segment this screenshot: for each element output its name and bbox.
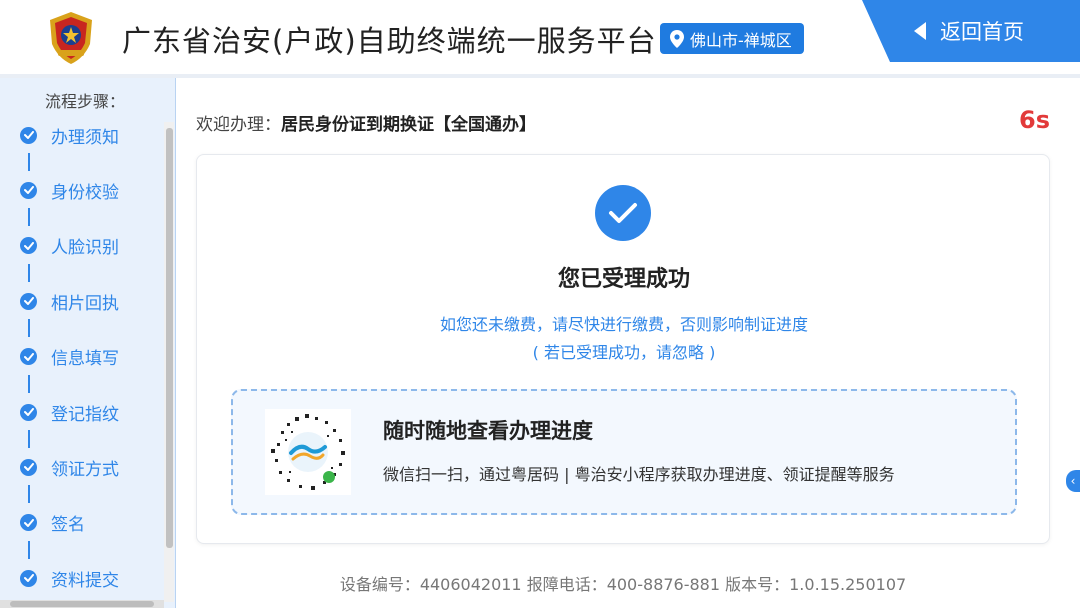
process-sidebar: 流程步骤： 办理须知身份校验人脸识别相片回执信息填写登记指纹领证方式签名资料提交	[0, 78, 176, 608]
step-label: 领证方式	[51, 459, 119, 480]
checkmark-circle-icon	[595, 185, 651, 241]
step-connector	[28, 208, 30, 227]
success-title: 您已受理成功	[557, 267, 690, 292]
qr-panel: 随时随地查看办理进度 微信扫一扫，通过粤居码 | 粤治安小程序获取办理进度、领证…	[231, 389, 1017, 515]
result-card: 您已受理成功 如您还未缴费，请尽快进行缴费，否则影响制证进度 ( 若已受理成功，…	[196, 154, 1050, 544]
check-icon	[20, 569, 37, 587]
service-name: 居民身份证到期换证【全国通办】	[281, 115, 536, 135]
check-icon	[20, 514, 37, 532]
check-icon	[20, 458, 37, 476]
check-icon	[20, 237, 37, 255]
device-info-footer: 设备编号：4406042011 报障电话：400-8876-881 版本号：1.…	[339, 575, 907, 594]
step-label: 人脸识别	[51, 238, 119, 259]
step-connector	[28, 540, 30, 559]
step-connector	[28, 263, 30, 282]
step-item: 人脸识别	[20, 231, 119, 261]
chevron-left-icon: ‹	[1070, 474, 1076, 488]
step-item: 身份校验	[20, 175, 119, 205]
location-label: 佛山市-禅城区	[690, 30, 792, 50]
triangle-left-icon	[914, 22, 926, 40]
step-label: 办理须知	[51, 127, 119, 148]
step-item: 办理须知	[20, 120, 119, 150]
countdown-timer: 6s	[1019, 106, 1050, 134]
police-emblem-icon	[44, 10, 98, 66]
location-badge[interactable]: 佛山市-禅城区	[660, 23, 804, 54]
check-icon	[20, 348, 37, 366]
step-connector	[28, 374, 30, 393]
step-connector	[28, 430, 30, 448]
step-label: 身份校验	[51, 182, 119, 203]
back-home-label: 返回首页	[940, 20, 1024, 44]
step-item: 相片回执	[20, 286, 119, 316]
step-item: 登记指纹	[20, 397, 119, 427]
qr-code-icon[interactable]	[265, 409, 351, 495]
step-item: 领证方式	[20, 452, 119, 482]
step-item: 签名	[20, 508, 85, 538]
check-icon	[20, 403, 37, 421]
sidebar-hscroll-thumb[interactable]	[10, 601, 154, 607]
back-home-button[interactable]: 返回首页	[862, 0, 1080, 62]
welcome-prefix: 欢迎办理：	[196, 115, 281, 135]
step-connector	[28, 319, 30, 338]
step-label: 登记指纹	[51, 404, 119, 425]
qr-description: 微信扫一扫，通过粤居码 | 粤治安小程序获取办理进度、领证提醒等服务	[383, 465, 895, 484]
step-label: 签名	[51, 515, 85, 536]
step-item: 信息填写	[20, 342, 119, 372]
app-title: 广东省治安(户政)自助终端统一服务平台	[122, 24, 657, 58]
ignore-notice: ( 若已受理成功，请忽略 )	[532, 343, 716, 362]
qr-title: 随时随地查看办理进度	[383, 419, 593, 443]
step-label: 资料提交	[51, 570, 119, 591]
step-label: 相片回执	[51, 293, 119, 314]
payment-notice: 如您还未缴费，请尽快进行缴费，否则影响制证进度	[439, 315, 808, 334]
map-pin-icon	[670, 29, 684, 48]
welcome-line: 欢迎办理：居民身份证到期换证【全国通办】	[196, 110, 536, 135]
app-header: 广东省治安(户政)自助终端统一服务平台 佛山市-禅城区 返回首页	[0, 0, 1080, 76]
step-item: 资料提交	[20, 563, 119, 593]
check-icon	[20, 292, 37, 310]
step-label: 信息填写	[51, 349, 119, 370]
check-icon	[20, 181, 37, 199]
step-connector	[28, 485, 30, 504]
step-connector	[28, 153, 30, 171]
collapse-tab-button[interactable]: ‹	[1066, 470, 1080, 492]
sidebar-scrollbar-thumb[interactable]	[166, 128, 173, 548]
sidebar-heading: 流程步骤：	[45, 92, 126, 111]
check-icon	[20, 126, 37, 144]
